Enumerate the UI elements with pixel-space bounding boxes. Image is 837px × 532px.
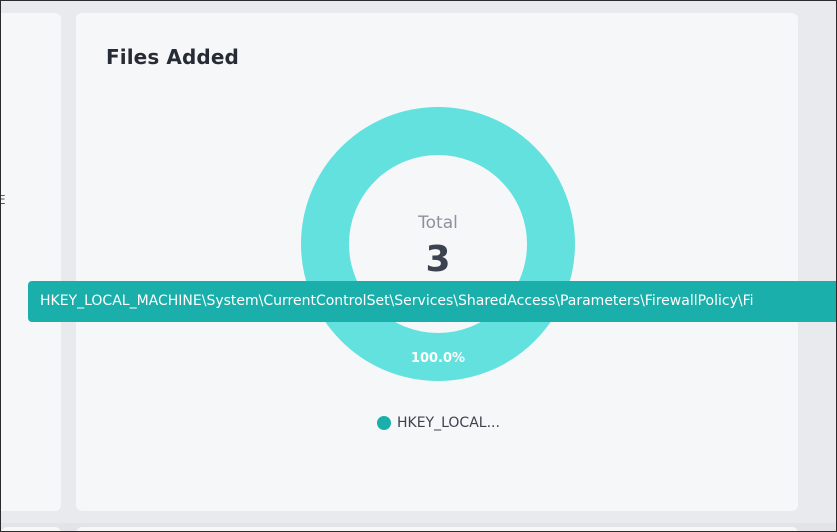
- donut-slice-percent-label: 100.0%: [411, 351, 465, 366]
- bottom-card-right: [76, 527, 798, 531]
- legend-item-label[interactable]: HKEY_LOCAL...: [397, 415, 500, 431]
- chart-tooltip: HKEY_LOCAL_MACHINE\System\CurrentControl…: [28, 281, 836, 322]
- donut-center-value: 3: [425, 239, 451, 280]
- bottom-card-left: [1, 527, 61, 531]
- dashboard-frame: E Files Added 100.0% Total 3 HKEY_LOCAL.…: [0, 0, 837, 532]
- legend-swatch: [377, 416, 391, 430]
- donut-center-label: Total: [418, 213, 458, 233]
- chart-legend: HKEY_LOCAL...: [377, 415, 500, 431]
